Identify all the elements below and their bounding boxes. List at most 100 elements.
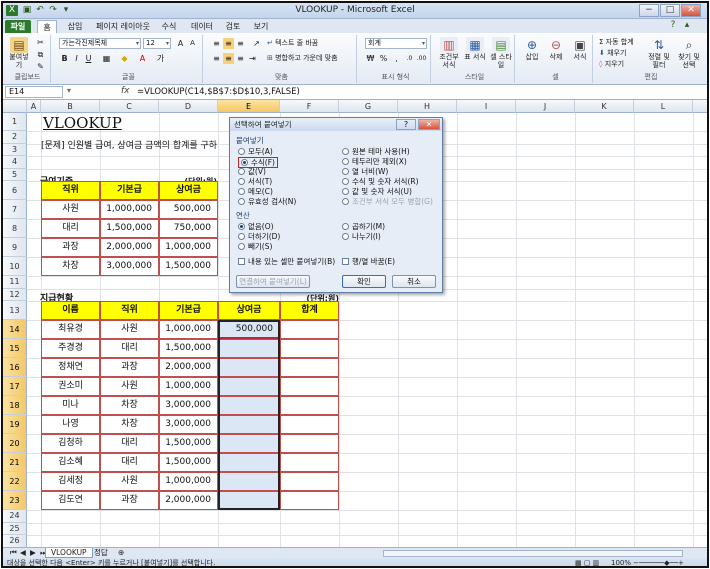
indent-icon[interactable]: ⇥ [247, 53, 258, 64]
increase-decimal-icon[interactable]: .0 [404, 53, 415, 64]
row-header-24[interactable]: 24 [3, 510, 27, 523]
table1-cell[interactable]: 과장 [41, 238, 100, 257]
comma-icon[interactable]: , [391, 53, 402, 64]
format-cells-button[interactable]: ▣ 서식 [569, 37, 591, 61]
operation-option-left[interactable]: 없음(O) [238, 222, 274, 232]
bold-icon[interactable]: B [59, 53, 70, 64]
table2-cell[interactable] [218, 358, 280, 377]
row-header-4[interactable]: 4 [3, 156, 27, 169]
row-header-26[interactable]: 26 [3, 535, 27, 547]
column-header-l[interactable]: L [634, 100, 693, 113]
sheet-tab-answer[interactable]: 정답 [89, 548, 113, 558]
operation-option-right[interactable]: 나누기(I) [342, 232, 381, 242]
row-header-9[interactable]: 9 [3, 238, 27, 257]
font-size-select[interactable]: 12 ▾ [143, 38, 171, 49]
paste-option-left[interactable]: 메모(C) [238, 187, 273, 197]
align-right-icon[interactable]: ≡ [235, 53, 246, 64]
column-header-b[interactable]: B [41, 100, 100, 113]
row-header-10[interactable]: 10 [3, 257, 27, 276]
row-header-19[interactable]: 19 [3, 415, 27, 434]
table2-cell[interactable] [218, 396, 280, 415]
table1-cell[interactable]: 1,500,000 [159, 257, 218, 276]
tab-view[interactable]: 보기 [249, 20, 273, 33]
table2-cell[interactable] [280, 491, 339, 510]
table2-cell[interactable] [280, 396, 339, 415]
paste-link-button[interactable]: 연결하여 붙여넣기(L) [236, 275, 310, 288]
view-buttons-icon[interactable]: ▦ ▢ ▥ [575, 558, 599, 566]
table1-header-cell[interactable]: 직위 [41, 181, 100, 200]
row-header-1[interactable]: 1 [3, 113, 27, 131]
table2-cell[interactable]: 대리 [100, 339, 159, 358]
paste-option-left[interactable]: 모두(A) [238, 147, 273, 157]
name-box[interactable]: E14 [5, 86, 63, 98]
horizontal-scrollbar[interactable] [383, 550, 683, 557]
maximize-button[interactable]: □ [660, 4, 680, 17]
select-all-corner[interactable] [3, 100, 27, 113]
sheet-tab-vlookup[interactable]: VLOOKUP [45, 548, 93, 558]
table2-cell[interactable] [280, 339, 339, 358]
row-header-16[interactable]: 16 [3, 358, 27, 377]
phonetic-icon[interactable]: 가 [155, 53, 166, 64]
merge-center-button[interactable]: ⊞ 병합하고 가운데 맞춤 [267, 54, 355, 62]
table1-cell[interactable]: 750,000 [159, 219, 218, 238]
cell-styles-button[interactable]: ▤ 셀 스타일 [489, 37, 513, 69]
sort-filter-button[interactable]: ⇅ 정렬 및 필터 [645, 37, 673, 69]
copy-icon[interactable]: ⧉ [35, 49, 46, 60]
dialog-close-button[interactable]: ✕ [418, 119, 440, 130]
wrap-text-button[interactable]: ↵ 텍스트 줄 바꿈 [267, 39, 355, 47]
find-select-button[interactable]: ⌕ 찾기 및 선택 [675, 37, 703, 69]
table2-cell[interactable] [218, 434, 280, 453]
tab-page-layout[interactable]: 페이지 레이아웃 [93, 20, 153, 33]
table2-cell[interactable]: 1,000,000 [159, 472, 218, 491]
table1-header-cell[interactable]: 상여금 [159, 181, 218, 200]
paste-option-right[interactable]: 조건부 서식 모두 병합(G) [342, 197, 433, 207]
row-header-2[interactable]: 2 [3, 131, 27, 144]
row-header-5[interactable]: 5 [3, 168, 27, 181]
table2-cell[interactable]: 과장 [100, 491, 159, 510]
align-bottom-icon[interactable]: ≡ [235, 38, 246, 49]
table1-header-cell[interactable]: 기본급 [100, 181, 159, 200]
table2-cell[interactable]: 나영 [41, 415, 100, 434]
table2-cell[interactable]: 대리 [100, 434, 159, 453]
conditional-format-button[interactable]: ▥ 조건부 서식 [437, 37, 461, 69]
column-header-k[interactable]: K [575, 100, 634, 113]
tab-insert[interactable]: 삽입 [63, 20, 87, 33]
table2-cell[interactable]: 1,500,000 [159, 339, 218, 358]
format-as-table-button[interactable]: ▦ 표 서식 [463, 37, 487, 61]
italic-icon[interactable]: I [71, 53, 82, 64]
operation-option-left[interactable]: 빼기(S) [238, 242, 272, 252]
row-header-18[interactable]: 18 [3, 396, 27, 415]
ribbon-minimize-icon[interactable]: ▴ [681, 20, 693, 31]
table2-header-cell[interactable]: 기본급 [159, 301, 218, 320]
column-header-f[interactable]: F [280, 100, 339, 113]
fill-button[interactable]: ⬇ 채우기 [599, 49, 643, 57]
table2-cell[interactable]: 사원 [100, 320, 159, 339]
table2-cell[interactable] [280, 377, 339, 396]
table1-cell[interactable]: 대리 [41, 219, 100, 238]
insert-cells-button[interactable]: ⊕ 삽입 [521, 37, 543, 61]
row-header-6[interactable]: 6 [3, 181, 27, 200]
row-header-22[interactable]: 22 [3, 472, 27, 491]
table2-cell[interactable]: 사원 [100, 377, 159, 396]
table1-cell[interactable]: 1,000,000 [100, 200, 159, 219]
row-header-25[interactable]: 25 [3, 522, 27, 535]
tab-file[interactable]: 파일 [5, 20, 31, 33]
table2-cell[interactable]: 최유경 [41, 320, 100, 339]
dialog-help-button[interactable]: ? [396, 119, 416, 130]
fill-color-icon[interactable]: ◆ [119, 53, 130, 64]
table2-cell[interactable] [280, 358, 339, 377]
table2-cell[interactable]: 1,000,000 [159, 377, 218, 396]
paste-option-right[interactable]: 수식 및 숫자 서식(R) [342, 177, 419, 187]
column-header-m[interactable]: M [693, 100, 707, 113]
percent-icon[interactable]: % [378, 53, 389, 64]
table2-cell[interactable] [280, 453, 339, 472]
paste-option-left[interactable]: 값(V) [238, 167, 266, 177]
orientation-icon[interactable]: ↗ [251, 38, 262, 49]
operation-option-right[interactable]: 곱하기(M) [342, 222, 385, 232]
column-header-j[interactable]: J [516, 100, 575, 113]
row-header-11[interactable]: 11 [3, 276, 27, 289]
insert-function-button[interactable]: fx [121, 86, 130, 96]
row-header-3[interactable]: 3 [3, 143, 27, 156]
table1-cell[interactable]: 차장 [41, 257, 100, 276]
font-shrink-icon[interactable]: A [187, 38, 198, 49]
